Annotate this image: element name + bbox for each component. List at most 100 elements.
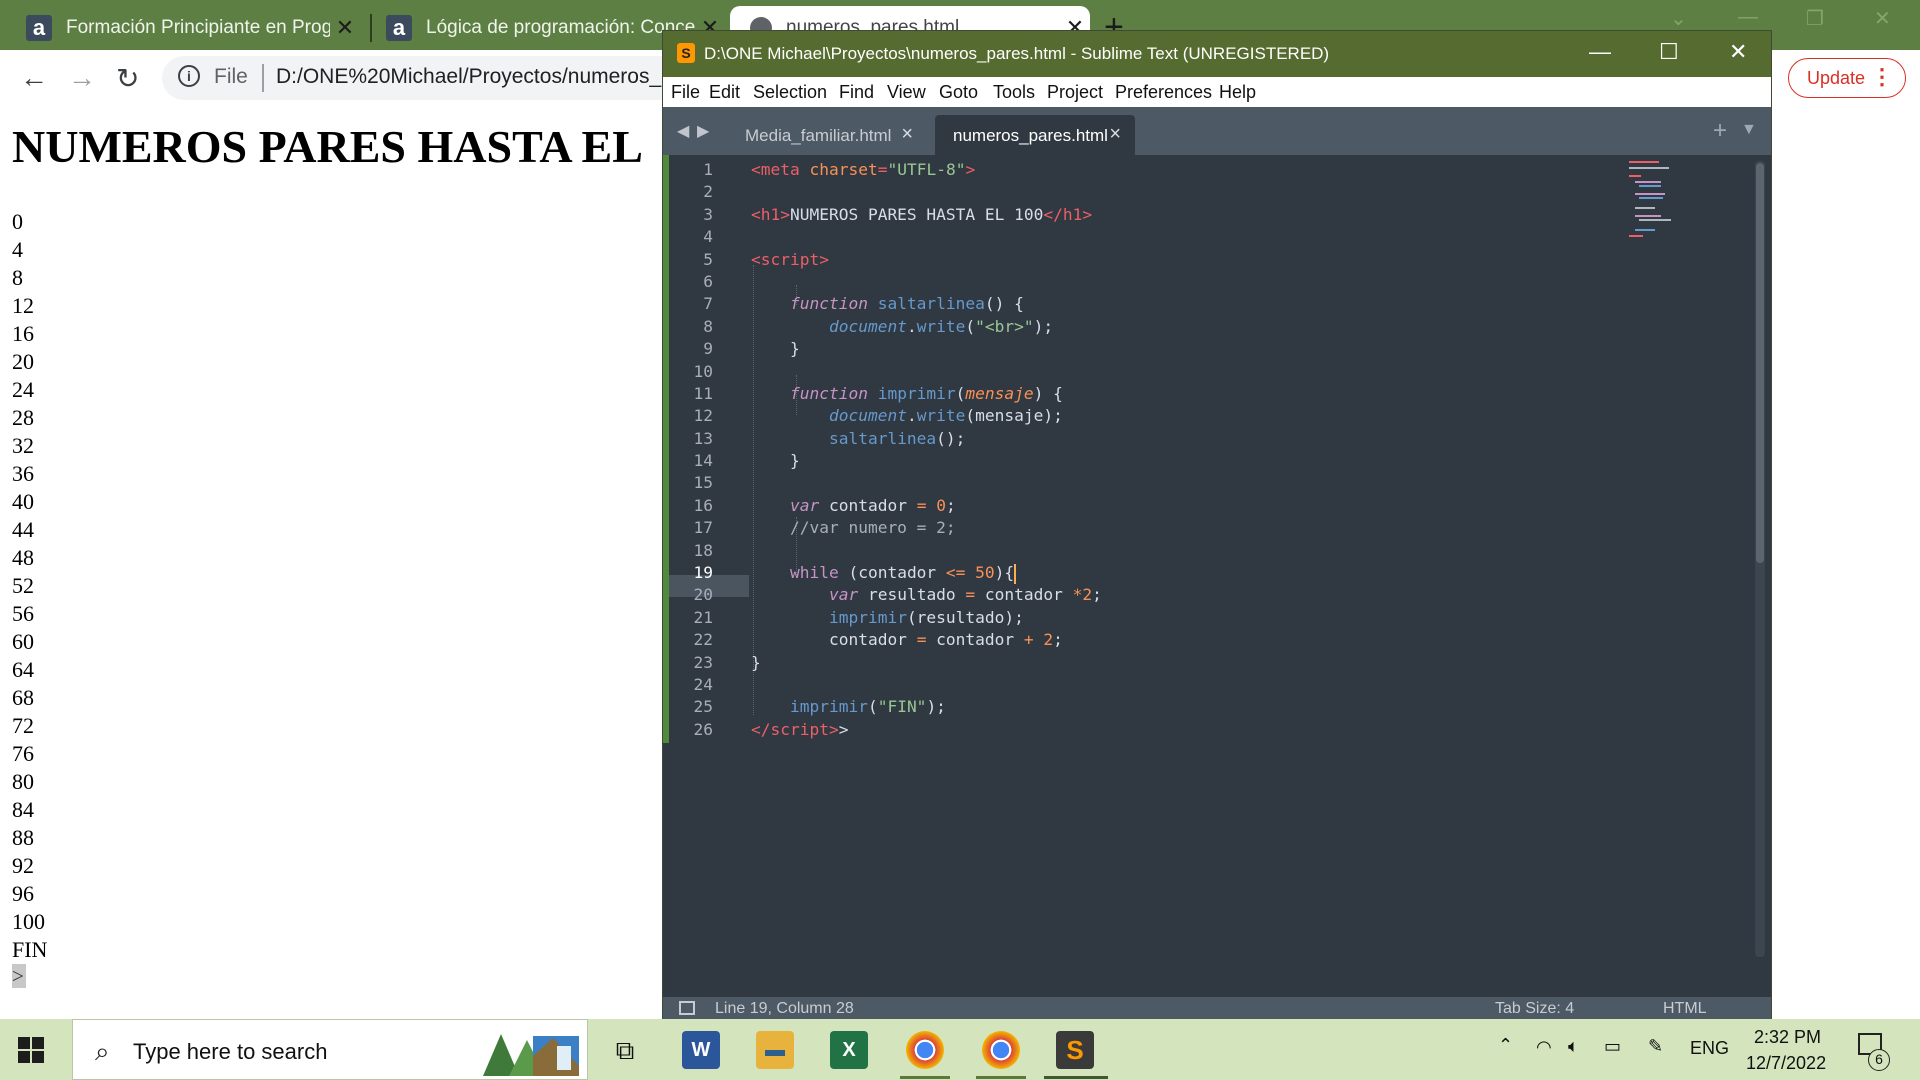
editor-tab-bar: ◀ ▶ Media_familiar.html × numeros_pares.… <box>663 107 1771 155</box>
number-output: 8 <box>12 265 23 290</box>
menu-find[interactable]: Find <box>839 82 874 103</box>
close-window-icon[interactable]: ✕ <box>1729 39 1747 65</box>
clock-time[interactable]: 2:32 PM <box>1754 1027 1821 1048</box>
number-output: 36 <box>12 461 34 486</box>
chevron-up-icon[interactable]: ⌃ <box>1498 1035 1513 1056</box>
info-icon[interactable]: i <box>178 65 200 87</box>
line-number: 9 <box>703 339 713 359</box>
close-window-icon[interactable]: ✕ <box>1874 6 1891 31</box>
url-text[interactable]: D:/ONE%20Michael/Proyectos/numeros_pa <box>276 65 685 89</box>
line-number: 6 <box>703 271 713 291</box>
line-number: 15 <box>693 473 714 493</box>
number-output: 100 <box>12 909 45 934</box>
menu-dots-icon[interactable]: ⋮ <box>1871 64 1893 90</box>
minimize-icon[interactable]: — <box>1589 39 1611 65</box>
minimize-icon[interactable]: — <box>1738 6 1758 29</box>
tab-left-arrow-icon[interactable]: ◀ <box>677 121 689 141</box>
scrollbar-thumb[interactable] <box>1756 163 1764 563</box>
tab-right-arrow-icon[interactable]: ▶ <box>697 121 709 141</box>
menu-goto[interactable]: Goto <box>939 82 978 103</box>
new-file-plus-icon[interactable]: + <box>1713 117 1727 145</box>
line-number: 17 <box>693 518 714 538</box>
update-label: Update <box>1807 67 1866 88</box>
update-button[interactable]: Update ⋮ <box>1788 58 1906 98</box>
number-output: 0 <box>12 209 23 234</box>
menu-edit[interactable]: Edit <box>709 82 740 103</box>
line-number: 23 <box>693 652 714 672</box>
vertical-scrollbar[interactable] <box>1755 161 1765 957</box>
maximize-icon[interactable]: ☐ <box>1659 39 1679 65</box>
menu-file[interactable]: File <box>671 82 700 103</box>
number-output: 56 <box>12 601 34 626</box>
line-number: 25 <box>693 697 714 717</box>
number-output: 88 <box>12 825 34 850</box>
browser-tab-formacion[interactable]: a Formación Principiante en Progr ✕ <box>0 6 360 50</box>
chevron-down-icon[interactable]: ⌄ <box>1670 6 1687 31</box>
line-number: 19 <box>693 563 714 583</box>
number-output: 64 <box>12 657 34 682</box>
sublime-text-icon[interactable]: S <box>1056 1031 1094 1069</box>
tab-size-selector[interactable]: Tab Size: 4 <box>1495 1000 1574 1018</box>
reload-icon[interactable]: ↻ <box>116 62 139 95</box>
sidebar-toggle-icon[interactable] <box>679 1001 695 1015</box>
line-number: 5 <box>703 249 713 269</box>
line-number: 12 <box>693 406 714 426</box>
volume-icon[interactable]: 🔈︎ <box>1568 1036 1579 1057</box>
file-explorer-icon[interactable]: ▬ <box>756 1031 794 1069</box>
menu-help[interactable]: Help <box>1219 82 1256 103</box>
editor-tab-label: numeros_pares.html <box>953 126 1108 145</box>
line-number: 7 <box>703 294 713 314</box>
line-number: 8 <box>703 316 713 336</box>
language-indicator[interactable]: ENG <box>1690 1038 1729 1059</box>
forward-arrow-icon[interactable]: → <box>68 62 96 94</box>
excel-icon[interactable]: X <box>830 1031 868 1069</box>
menu-project[interactable]: Project <box>1047 82 1103 103</box>
line-number: 16 <box>693 495 714 515</box>
tab-list-dropdown-icon[interactable]: ▼ <box>1741 121 1757 139</box>
chrome-profile-icon[interactable] <box>982 1031 1020 1069</box>
windows-start-icon[interactable] <box>18 1037 44 1063</box>
restore-icon[interactable]: ❐ <box>1806 6 1824 31</box>
address-bar[interactable]: i File D:/ONE%20Michael/Proyectos/numero… <box>162 56 685 100</box>
menu-preferences[interactable]: Preferences <box>1115 82 1212 103</box>
taskbar-search-input[interactable]: ⌕ Type here to search <box>72 1019 588 1080</box>
number-output: 84 <box>12 797 34 822</box>
task-view-icon[interactable]: ⧉ <box>606 1031 644 1069</box>
chrome-icon[interactable] <box>906 1031 944 1069</box>
code-editor[interactable]: 1 <meta charset="UTFL-8"> 2 3 <h1>NUMEROS … <box>663 155 1771 997</box>
menu-selection[interactable]: Selection <box>753 82 827 103</box>
line-number: 4 <box>703 227 713 247</box>
number-output: 20 <box>12 349 34 374</box>
number-output: 40 <box>12 489 34 514</box>
word-icon[interactable]: W <box>682 1031 720 1069</box>
line-number: 10 <box>693 361 714 381</box>
cursor-position: Line 19, Column 28 <box>715 1000 854 1017</box>
close-tab-icon[interactable]: ✕ <box>330 15 360 41</box>
number-output: 24 <box>12 377 34 402</box>
minimap[interactable] <box>1629 159 1689 239</box>
pen-icon[interactable]: ✎ <box>1648 1036 1663 1057</box>
back-arrow-icon[interactable]: ← <box>20 62 48 94</box>
editor-tab-numeros-pares[interactable]: numeros_pares.html × <box>935 115 1135 155</box>
browser-tab-label: Formación Principiante en Progr <box>66 17 330 38</box>
close-tab-icon[interactable]: × <box>901 123 913 146</box>
menu-tools[interactable]: Tools <box>993 82 1035 103</box>
editor-tab-media-familiar[interactable]: Media_familiar.html × <box>727 115 927 155</box>
text-caret <box>1014 563 1017 584</box>
sublime-menubar: File Edit Selection Find View Goto Tools… <box>663 77 1771 107</box>
menu-view[interactable]: View <box>887 82 926 103</box>
line-number: 24 <box>693 674 714 694</box>
line-number: 13 <box>693 428 714 448</box>
running-indicator <box>976 1076 1026 1079</box>
web-page: NUMEROS PARES HASTA EL 0 4 8 12 16 20 24 28 32 36… <box>0 106 670 1019</box>
fin-output: FIN <box>12 937 48 962</box>
wifi-icon[interactable]: ◠ <box>1536 1037 1552 1058</box>
number-output: 32 <box>12 433 34 458</box>
battery-icon[interactable]: ▭ <box>1604 1036 1621 1057</box>
sublime-logo-icon: S <box>677 43 695 63</box>
close-tab-icon[interactable]: × <box>1109 123 1121 146</box>
editor-tab-label: Media_familiar.html <box>745 126 892 145</box>
syntax-selector[interactable]: HTML <box>1663 1000 1707 1018</box>
clock-date[interactable]: 12/7/2022 <box>1746 1053 1826 1074</box>
number-output: 68 <box>12 685 34 710</box>
